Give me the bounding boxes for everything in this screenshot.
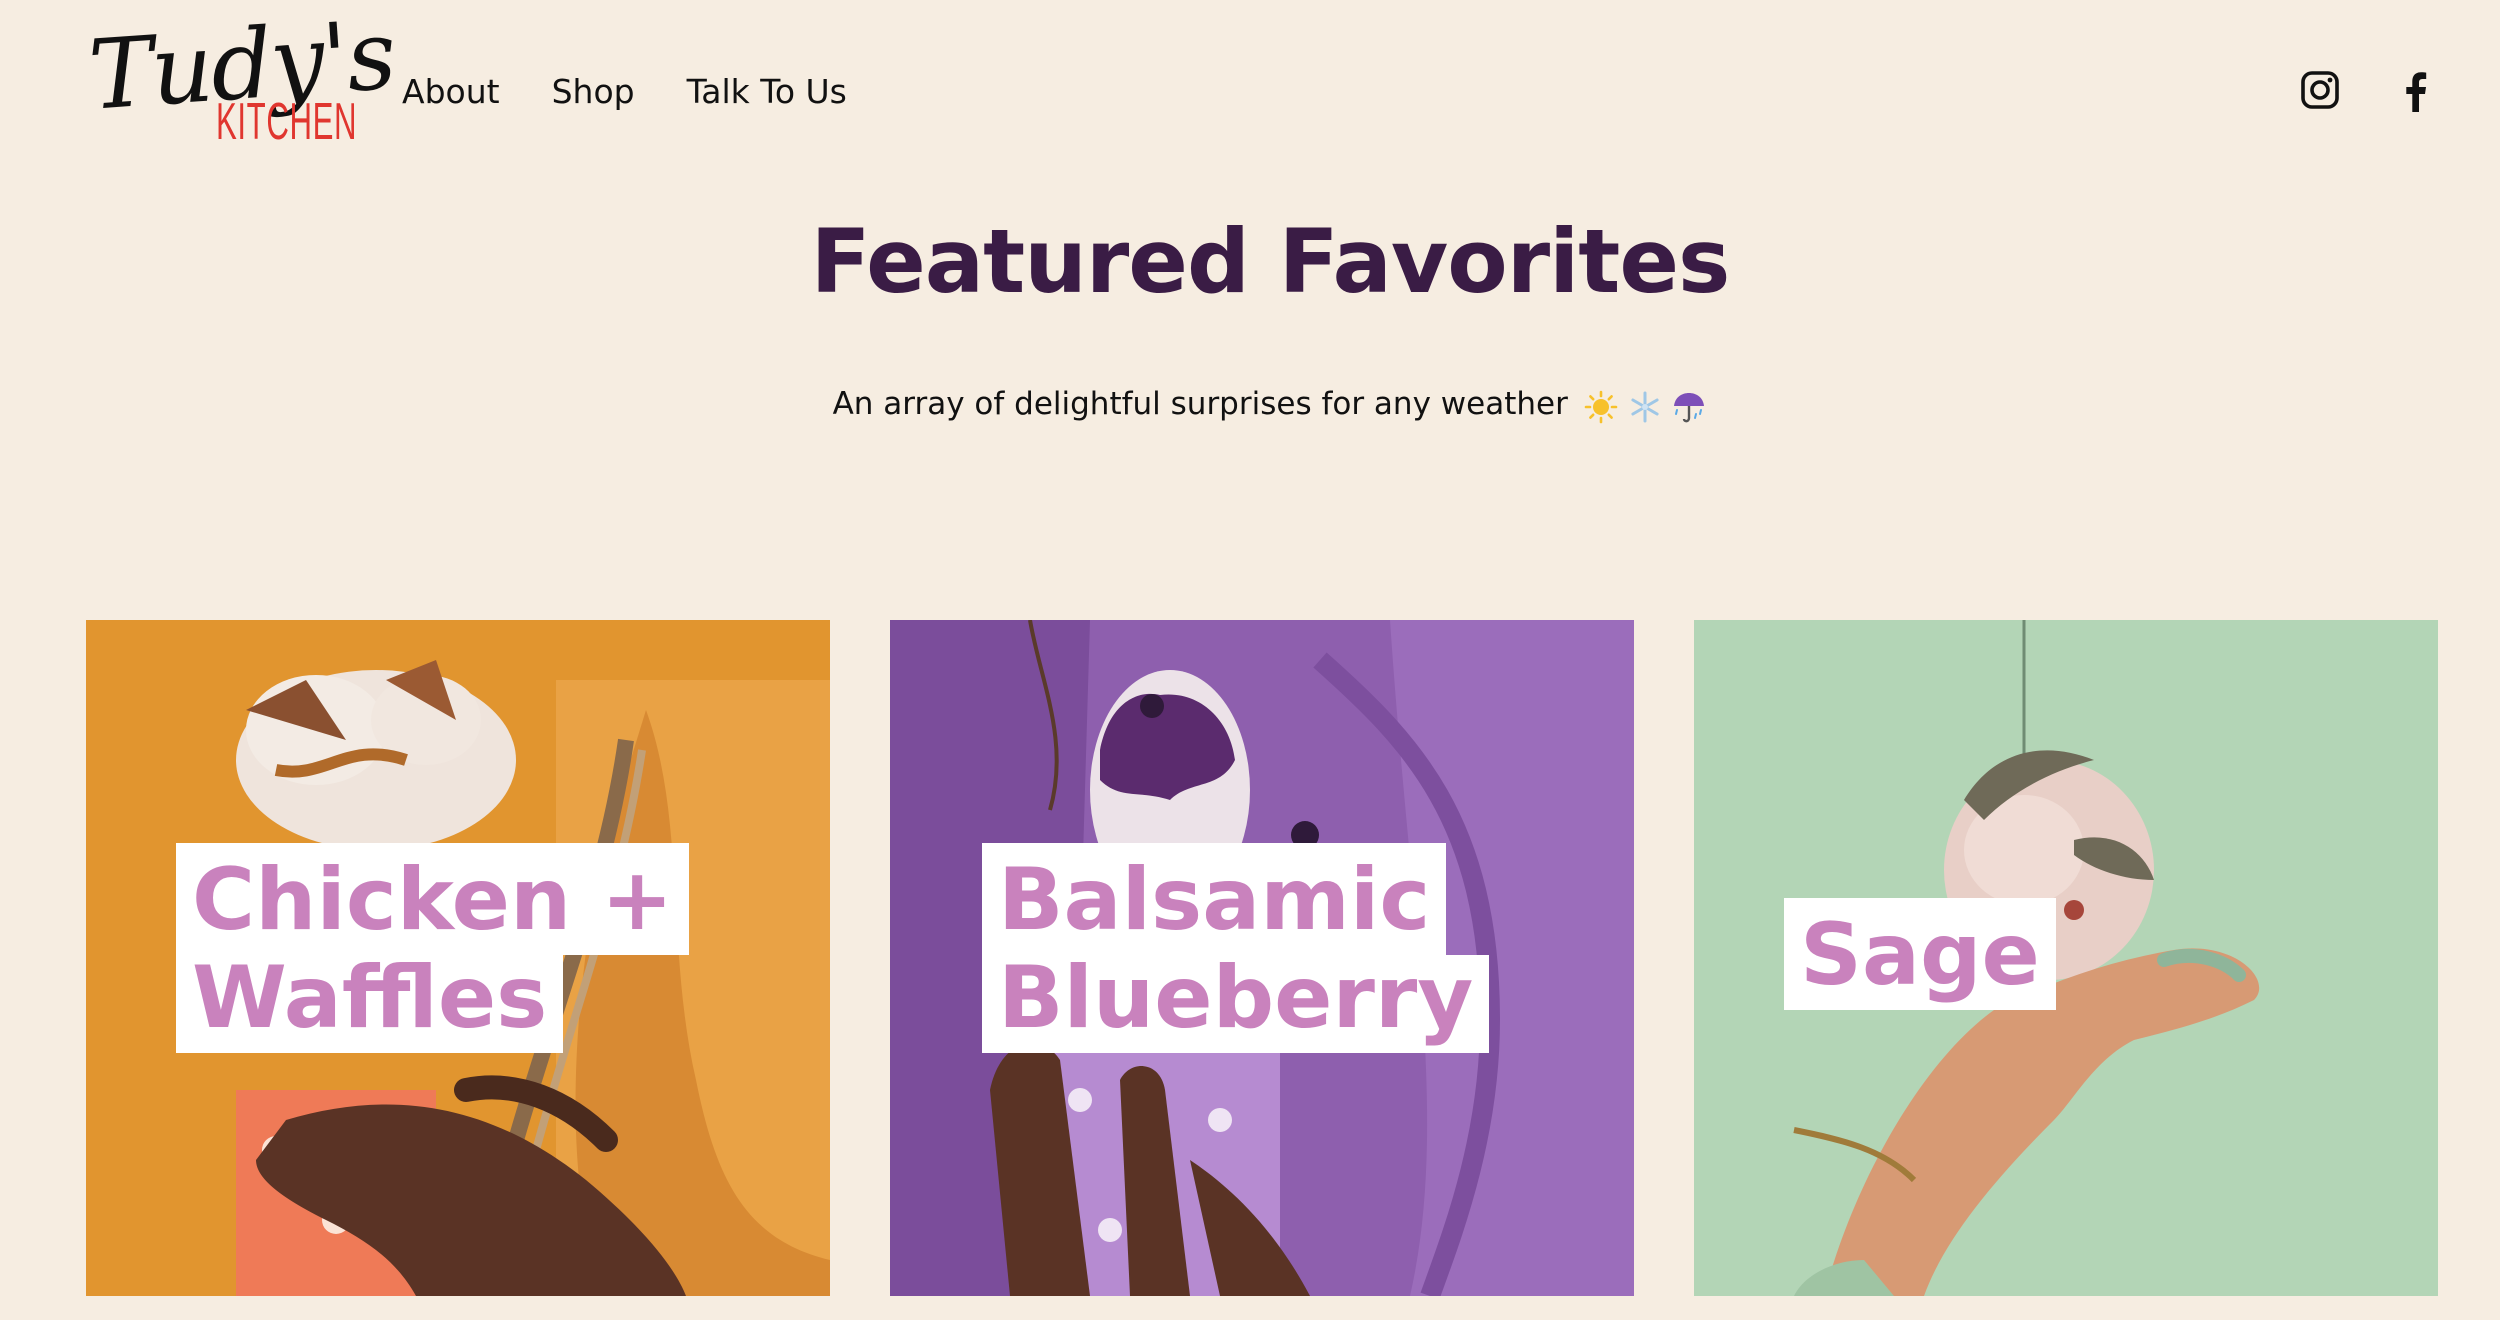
umbrella-rain-icon [1674, 392, 1705, 423]
page-subtitle: An array of delightful surprises for any… [0, 386, 2500, 424]
nav-shop[interactable]: Shop [552, 72, 635, 111]
instagram-icon[interactable] [2300, 70, 2340, 110]
site-header: Tudy's KITCHEN About Shop Talk To Us [0, 0, 2500, 190]
subtitle-text: An array of delightful surprises for any… [832, 386, 1568, 422]
nav-about[interactable]: About [402, 72, 500, 111]
product-label-line1: Balsamic [982, 843, 1447, 955]
snowflake-icon [1630, 391, 1659, 423]
product-label-line2: Blueberry [982, 955, 1490, 1053]
weather-icons [1584, 387, 1708, 424]
page-title: Featured Favorites [810, 210, 1731, 313]
product-label[interactable]: Balsamic Blueberry [982, 843, 1490, 1053]
main-nav: About Shop Talk To Us [402, 72, 847, 111]
facebook-icon[interactable] [2400, 70, 2430, 112]
sun-icon [1584, 390, 1617, 424]
brand-logo[interactable]: Tudy's KITCHEN [85, 0, 397, 168]
nav-talk-to-us[interactable]: Talk To Us [687, 72, 847, 111]
product-card-sage[interactable]: Sage [1694, 620, 2438, 1296]
product-card-balsamic-blueberry[interactable]: Balsamic Blueberry [890, 620, 1634, 1296]
logo-sub-text: KITCHEN [216, 93, 358, 151]
product-label-line2: Waffles [176, 955, 564, 1053]
product-label[interactable]: Chicken + Waffles [176, 843, 690, 1053]
product-card-chicken-waffles[interactable]: Chicken + Waffles [86, 620, 830, 1296]
product-label-line1: Sage [1784, 898, 2056, 1010]
product-label[interactable]: Sage [1784, 898, 2056, 1010]
product-label-line1: Chicken + [176, 843, 690, 955]
